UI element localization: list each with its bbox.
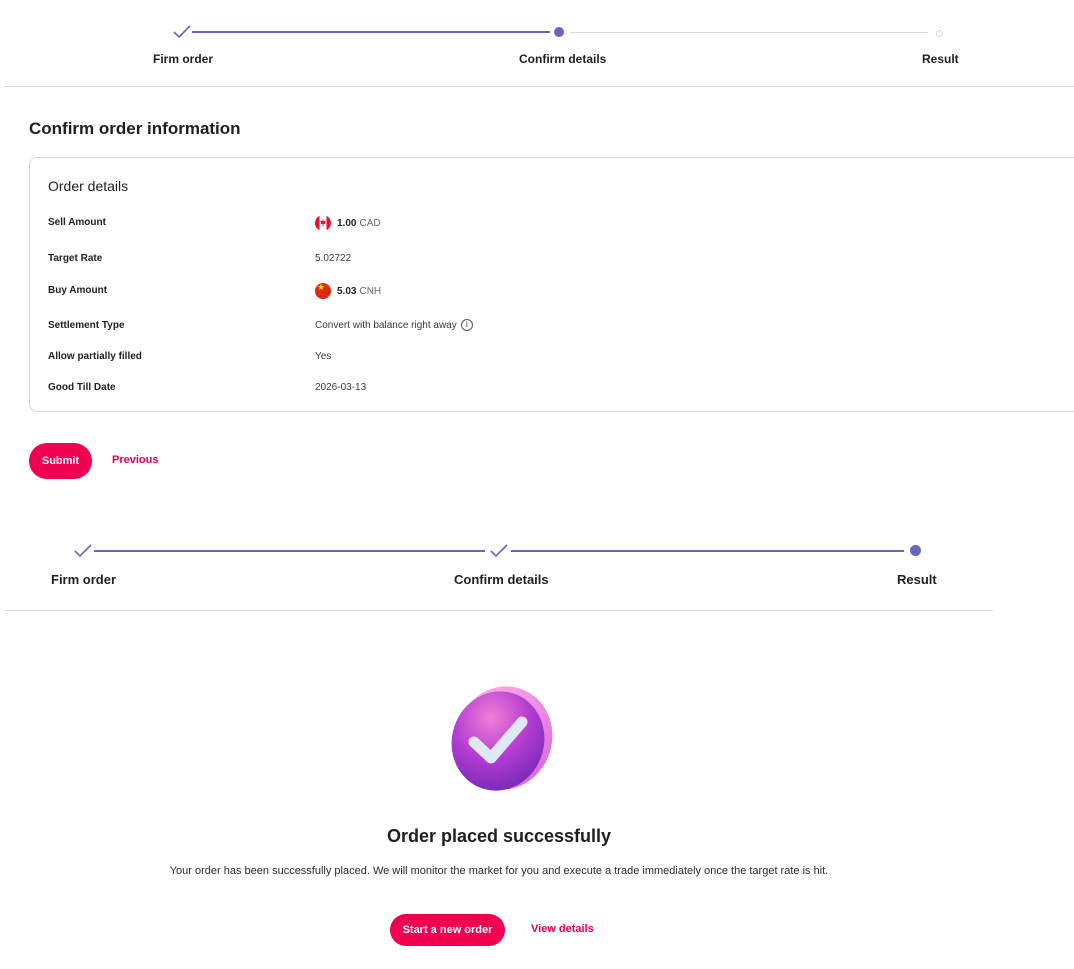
- good-till-date-label: Good Till Date: [48, 382, 116, 393]
- buy-amount-label: Buy Amount: [48, 285, 108, 296]
- stepper-divider-bottom: [4, 610, 993, 611]
- allow-partial-value: Yes: [315, 351, 332, 362]
- settlement-type-label: Settlement Type: [48, 320, 125, 331]
- target-rate-value: 5.02722: [315, 253, 352, 264]
- step-connector-2: [570, 32, 928, 33]
- start-new-order-button[interactable]: Start a new order: [390, 914, 505, 946]
- buy-amount-number: 5.03: [337, 285, 357, 297]
- step-connector-1: [192, 31, 550, 33]
- sell-amount-value: 1.00 CAD: [315, 215, 381, 231]
- order-details-card: Order details Sell Amount 1.00 CAD Targe…: [29, 157, 1074, 412]
- sell-amount-number: 1.00: [337, 217, 357, 229]
- step-label-firm-order: Firm order: [51, 572, 117, 587]
- result-active-dot: [910, 545, 921, 556]
- firm-order-check-icon: [173, 25, 191, 39]
- step-connector-1: [94, 550, 485, 552]
- sell-amount-label: Sell Amount: [48, 217, 106, 228]
- stepper-divider-top: [4, 86, 1074, 87]
- step-connector-2: [511, 550, 904, 552]
- buy-amount-value: 5.03 CNH: [315, 283, 381, 299]
- result-pending-dot: [936, 30, 943, 37]
- step-label-confirm-details: Confirm details: [519, 52, 607, 66]
- info-icon[interactable]: i: [460, 319, 473, 331]
- view-details-button[interactable]: View details: [531, 923, 594, 935]
- step-label-result: Result: [922, 52, 959, 66]
- step-label-result: Result: [897, 572, 937, 587]
- step-label-firm-order: Firm order: [153, 52, 214, 66]
- submit-button[interactable]: Submit: [29, 443, 92, 479]
- good-till-date-value: 2026-03-13: [315, 382, 367, 393]
- firm-order-check-icon: [74, 544, 92, 558]
- target-rate-label: Target Rate: [48, 253, 103, 264]
- settlement-type-value: Convert with balance right away i: [315, 319, 473, 331]
- confirm-details-check-icon: [490, 544, 508, 558]
- success-description: Your order has been successfully placed.…: [169, 865, 829, 877]
- page-title: Confirm order information: [29, 119, 241, 138]
- china-flag-icon: [315, 283, 331, 299]
- canada-flag-icon: [315, 215, 331, 231]
- confirm-details-active-dot: [554, 27, 564, 37]
- step-label-confirm-details: Confirm details: [454, 572, 549, 587]
- sell-currency: CAD: [359, 217, 381, 229]
- card-title: Order details: [48, 178, 129, 194]
- success-check-icon: [451, 686, 553, 791]
- previous-button[interactable]: Previous: [112, 454, 158, 466]
- buy-currency: CNH: [359, 285, 382, 297]
- success-title: Order placed successfully: [386, 826, 612, 846]
- settlement-type-text: Convert with balance right away: [315, 319, 457, 331]
- allow-partial-label: Allow partially filled: [48, 351, 142, 362]
